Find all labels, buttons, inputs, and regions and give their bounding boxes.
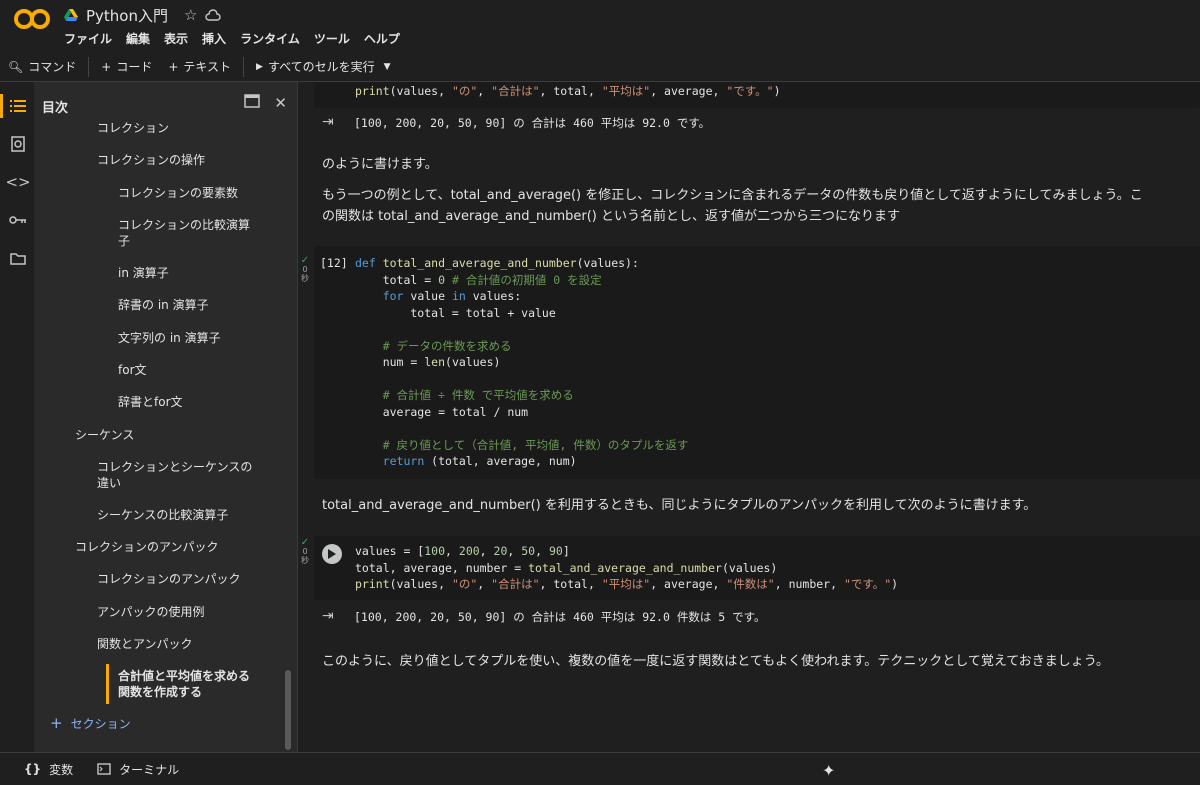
notebook-main: print(values, "の", "合計は", total, "平均は", … bbox=[298, 82, 1200, 752]
toc-item[interactable]: コレクションとシーケンスの 違い bbox=[97, 459, 252, 491]
braces-icon: {} bbox=[24, 762, 42, 776]
markdown-text: もう一つの例として、total_and_average() を修正し、コレクショ… bbox=[322, 188, 1143, 203]
run-all-label: すべてのセルを実行 bbox=[267, 60, 375, 74]
markdown-text: このように、戻り値としてタプルを使い、複数の値を一度に返す関数はとてもよく使われ… bbox=[322, 654, 1110, 669]
toolbar-divider bbox=[88, 56, 90, 77]
output-actions-icon[interactable]: ⇥ bbox=[322, 114, 334, 130]
key-icon[interactable] bbox=[8, 210, 28, 230]
gemini-spark-icon[interactable]: ✦ bbox=[822, 761, 835, 780]
menu-help[interactable]: ヘルプ bbox=[364, 30, 400, 47]
code-block: def total_and_average_and_number(values)… bbox=[355, 256, 689, 468]
toc-item[interactable]: コレクションのアンパック bbox=[97, 571, 241, 587]
toc-header-icons: ✕ bbox=[244, 94, 287, 112]
code-block: values = [100, 200, 20, 50, 90] total, a… bbox=[355, 544, 899, 591]
add-text-button[interactable]: + テキスト bbox=[160, 52, 239, 81]
add-section-button[interactable]: + セクション bbox=[50, 714, 131, 732]
execution-time: 0 秒 bbox=[301, 265, 309, 283]
star-icon[interactable]: ☆ bbox=[184, 6, 197, 24]
execution-count: [12] bbox=[320, 256, 348, 270]
execution-time: 0 秒 bbox=[301, 547, 309, 565]
play-icon: ▶ bbox=[256, 61, 263, 72]
menu-runtime[interactable]: ランタイム bbox=[240, 30, 300, 47]
header: Python入門 ☆ ファイル 編集 表示 挿入 ランタイム ツール ヘルプ bbox=[0, 0, 1200, 52]
table-of-contents-panel: 目次 ✕ コレクション コレクションの操作 コレクションの要素数 コレクションの… bbox=[34, 82, 298, 752]
terminal-icon bbox=[97, 763, 111, 775]
add-section-label: セクション bbox=[70, 716, 131, 731]
toc-title: 目次 bbox=[42, 101, 69, 116]
menu-insert[interactable]: 挿入 bbox=[202, 30, 226, 47]
terminal-button[interactable]: ターミナル bbox=[97, 761, 179, 778]
menu-bar: ファイル 編集 表示 挿入 ランタイム ツール ヘルプ bbox=[64, 30, 400, 47]
toc-item[interactable]: 辞書とfor文 bbox=[118, 394, 183, 410]
add-code-button[interactable]: + コード bbox=[93, 52, 160, 81]
execution-status: ✓ 0 秒 bbox=[298, 255, 312, 284]
toc-item[interactable]: in 演算子 bbox=[118, 265, 169, 281]
toc-item[interactable]: 辞書の in 演算子 bbox=[118, 297, 209, 313]
cloud-icon[interactable] bbox=[205, 9, 222, 21]
command-button[interactable]: 🔍︎ コマンド bbox=[0, 52, 84, 81]
add-code-label: コード bbox=[116, 60, 153, 74]
command-label: コマンド bbox=[28, 60, 77, 74]
toc-active-indicator bbox=[106, 664, 109, 704]
run-cell-button[interactable] bbox=[322, 544, 342, 564]
run-all-button[interactable]: ▶ すべてのセルを実行 ▼ bbox=[248, 52, 399, 81]
toc-item[interactable]: シーケンスの比較演算子 bbox=[97, 507, 228, 523]
code-cell[interactable]: print(values, "の", "合計は", total, "平均は", … bbox=[314, 82, 1200, 108]
code-cell[interactable]: values = [100, 200, 20, 50, 90] total, a… bbox=[314, 536, 1200, 600]
execution-status: ✓ 0 秒 bbox=[298, 537, 312, 566]
colab-logo[interactable] bbox=[14, 8, 50, 30]
search-icon: 🔍︎ bbox=[8, 59, 24, 74]
plus-icon: + bbox=[50, 714, 63, 732]
toc-item[interactable]: アンパックの使用例 bbox=[97, 604, 205, 620]
title-row: Python入門 ☆ bbox=[64, 5, 222, 26]
toc-icon[interactable] bbox=[8, 96, 28, 116]
code-cell[interactable]: [12] def total_and_average_and_number(va… bbox=[314, 246, 1200, 479]
variables-label: 変数 bbox=[49, 762, 74, 777]
output-actions-icon[interactable]: ⇥ bbox=[322, 608, 334, 624]
drive-icon bbox=[64, 9, 78, 21]
toc-item[interactable]: コレクション bbox=[97, 120, 169, 136]
code-line: print(values, "の", "合計は", total, "平均は", … bbox=[355, 84, 781, 98]
toc-item[interactable]: 文字列の in 演算子 bbox=[118, 330, 221, 346]
toc-scrollbar[interactable] bbox=[285, 670, 291, 750]
code-snippets-icon[interactable]: <> bbox=[5, 172, 30, 192]
markdown-text: total_and_average_and_number() を利用するときも、… bbox=[322, 498, 1037, 513]
plus-icon: + bbox=[168, 59, 179, 74]
rail-active-indicator bbox=[0, 94, 3, 118]
menu-file[interactable]: ファイル bbox=[64, 30, 112, 47]
toc-item[interactable]: コレクションの操作 bbox=[97, 152, 205, 168]
check-icon: ✓ bbox=[300, 255, 310, 266]
check-icon: ✓ bbox=[300, 537, 310, 548]
dropdown-icon: ▼ bbox=[383, 61, 391, 72]
menu-tools[interactable]: ツール bbox=[314, 30, 350, 47]
play-icon bbox=[328, 549, 336, 559]
plus-icon: + bbox=[101, 59, 112, 74]
cell-output: [100, 200, 20, 50, 90] の 合計は 460 平均は 92.… bbox=[354, 610, 766, 624]
variables-button[interactable]: {} 変数 bbox=[24, 761, 73, 778]
toc-item-active[interactable]: 合計値と平均値を求める 関数を作成する bbox=[118, 668, 250, 700]
status-bar: {} 変数 ターミナル ✦ bbox=[0, 752, 1200, 785]
folder-icon[interactable] bbox=[8, 248, 28, 268]
toc-item[interactable]: シーケンス bbox=[75, 427, 134, 443]
toc-item[interactable]: for文 bbox=[118, 362, 147, 378]
open-in-tab-icon[interactable] bbox=[244, 94, 261, 108]
toc-item[interactable]: コレクションのアンパック bbox=[75, 539, 219, 555]
left-rail: <> bbox=[0, 82, 34, 752]
close-icon[interactable]: ✕ bbox=[274, 94, 287, 112]
markdown-text: のように書けます。 bbox=[322, 157, 438, 172]
toolbar-divider bbox=[243, 56, 245, 77]
toolbar: 🔍︎ コマンド + コード + テキスト ▶ すべてのセルを実行 ▼ bbox=[0, 52, 1200, 82]
menu-edit[interactable]: 編集 bbox=[126, 30, 150, 47]
add-text-label: テキスト bbox=[183, 60, 232, 74]
notebook-title[interactable]: Python入門 bbox=[86, 5, 168, 26]
terminal-label: ターミナル bbox=[119, 762, 180, 777]
cell-output: [100, 200, 20, 50, 90] の 合計は 460 平均は 92.… bbox=[354, 116, 711, 130]
find-icon[interactable] bbox=[8, 134, 28, 154]
menu-view[interactable]: 表示 bbox=[164, 30, 188, 47]
toc-item[interactable]: 関数とアンパック bbox=[97, 636, 193, 652]
toc-item[interactable]: コレクションの比較演算 子 bbox=[118, 217, 250, 249]
markdown-text: の関数は total_and_average_and_number() という名… bbox=[322, 209, 901, 224]
toc-item[interactable]: コレクションの要素数 bbox=[118, 185, 238, 201]
